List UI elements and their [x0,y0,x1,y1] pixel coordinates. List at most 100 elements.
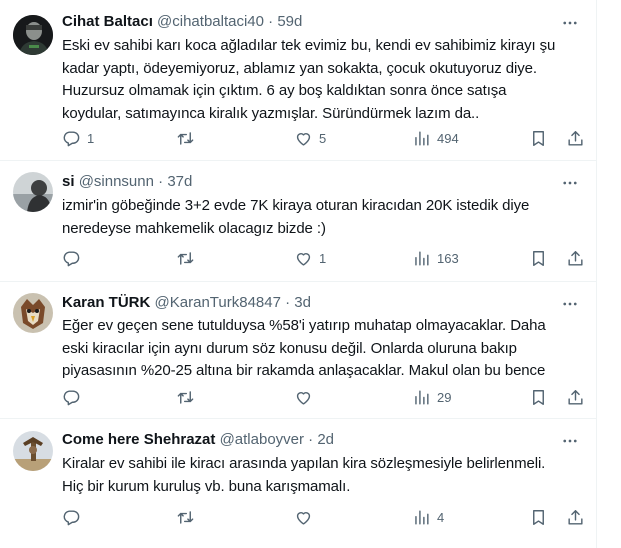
like-button[interactable] [294,507,319,527]
reply-button[interactable] [62,248,87,268]
more-options-button[interactable] [560,294,580,314]
retweet-icon [177,131,194,145]
tweet-actions: 1 163 [62,248,587,268]
timestamp[interactable]: 2d [317,431,334,448]
bookmark-icon [533,389,544,405]
separator: · [158,173,164,190]
timestamp[interactable]: 3d [294,294,311,311]
more-horizontal-icon [563,302,577,306]
tweet-actions: 4 [62,507,587,527]
views-button[interactable]: 29 [412,387,451,407]
tweet[interactable]: Come here Shehrazat @atlaboyver · 2d Kir… [0,418,596,548]
views-bar-chart-icon [415,389,429,405]
retweet-button[interactable] [176,128,201,148]
tweet-header: Come here Shehrazat @atlaboyver · 2d [62,430,334,450]
avatar[interactable] [13,431,53,471]
like-button[interactable]: 1 [294,248,326,268]
tweet-text: Kiralar ev sahibi ile kiracı arasında ya… [62,453,582,498]
share-button[interactable] [566,248,585,268]
tweet-header: si @sinnsunn · 37d [62,172,192,192]
separator: · [285,294,291,311]
author-name[interactable]: si [62,173,75,190]
author-handle[interactable]: @cihatbaltaci40 [157,13,264,30]
views-button[interactable]: 4 [412,507,444,527]
tweet[interactable]: Karan TÜRK @KaranTurk84847 · 3d Eğer ev … [0,281,596,419]
tweet-text-line: Huzursuz olmamak için çıktım. 6 ay boş k… [62,82,507,99]
more-horizontal-icon [563,439,577,443]
share-upload-icon [568,389,583,405]
tweet-text: Eğer ev geçen sene tutulduysa %58'i yatı… [62,315,582,383]
tweet-text-line: Kiralar ev sahibi ile kiracı arasında ya… [62,455,546,472]
views-bar-chart-icon [415,250,429,266]
separator: · [308,431,314,448]
tweet-text-line: eski kiracılar için aynı durum söz konus… [62,339,517,357]
retweet-icon [177,510,194,524]
heart-icon [296,252,311,266]
author-handle[interactable]: @KaranTurk84847 [155,294,281,311]
more-options-button[interactable] [560,431,580,451]
author-name[interactable]: Karan TÜRK [62,294,150,311]
avatar[interactable] [13,172,53,212]
timestamp[interactable]: 37d [167,173,192,190]
share-button[interactable] [566,128,585,148]
retweet-button[interactable] [176,248,201,268]
bookmark-button[interactable] [529,128,548,148]
share-upload-icon [568,509,583,525]
reply-bubble-icon [63,509,80,525]
reply-count: 1 [87,130,95,146]
timestamp[interactable]: 59d [277,13,302,30]
author-handle[interactable]: @atlaboyver [220,431,304,448]
tweet[interactable]: si @sinnsunn · 37d izmir'in göbeğinde 3+… [0,160,596,282]
heart-icon [296,511,311,525]
avatar-image [13,431,53,471]
author-handle[interactable]: @sinnsunn [79,173,154,190]
bookmark-button[interactable] [529,248,548,268]
separator: · [268,13,274,30]
share-button[interactable] [566,387,585,407]
tweet[interactable]: Cihat Baltacı @cihatbaltaci40 · 59d Eski… [0,0,596,161]
bookmark-icon [533,130,544,146]
retweet-icon [177,251,194,265]
like-count: 5 [319,130,327,146]
more-horizontal-icon [563,181,577,185]
avatar-image [13,172,53,212]
retweet-button[interactable] [176,387,201,407]
reply-bubble-icon [63,250,80,266]
bookmark-icon [533,250,544,266]
reply-button[interactable] [62,507,87,527]
avatar[interactable] [13,15,53,55]
avatar-image [13,15,53,55]
reply-button[interactable]: 1 [62,128,94,148]
views-bar-chart-icon [415,130,429,146]
tweet-actions: 1 5 494 [62,128,587,148]
more-horizontal-icon [563,21,577,25]
more-options-button[interactable] [560,173,580,193]
tweet-text-line: neredeyse mahkemelik olacagız bizde :) [62,219,326,237]
views-button[interactable]: 494 [412,128,459,148]
retweet-icon [177,390,194,404]
avatar-image [13,293,53,333]
bookmark-button[interactable] [529,507,548,527]
more-options-button[interactable] [560,13,580,33]
tweet-text-line: Eğer ev geçen sene tutulduysa %58'i yatı… [62,317,546,334]
view-count: 494 [437,130,459,146]
like-button[interactable]: 5 [294,128,326,148]
views-button[interactable]: 163 [412,248,459,268]
share-upload-icon [568,250,583,266]
reply-button[interactable] [62,387,87,407]
avatar[interactable] [13,293,53,333]
author-name[interactable]: Come here Shehrazat [62,431,215,448]
like-button[interactable] [294,387,319,407]
share-upload-icon [568,130,583,146]
tweet-text-line: kadar yaptı, ödeyemiyoruz, ablamız yan s… [62,59,537,77]
tweet-text-line: Hiç bir kurum kuruluş vb. buna karışmama… [62,477,351,495]
share-button[interactable] [566,507,585,527]
bookmark-button[interactable] [529,387,548,407]
author-name[interactable]: Cihat Baltacı [62,13,153,30]
view-count: 29 [437,389,452,405]
retweet-button[interactable] [176,507,201,527]
reply-bubble-icon [63,389,80,405]
view-count: 4 [437,509,445,525]
heart-icon [296,391,311,405]
tweet-text: Eski ev sahibi karı koca ağladılar tek e… [62,35,582,125]
